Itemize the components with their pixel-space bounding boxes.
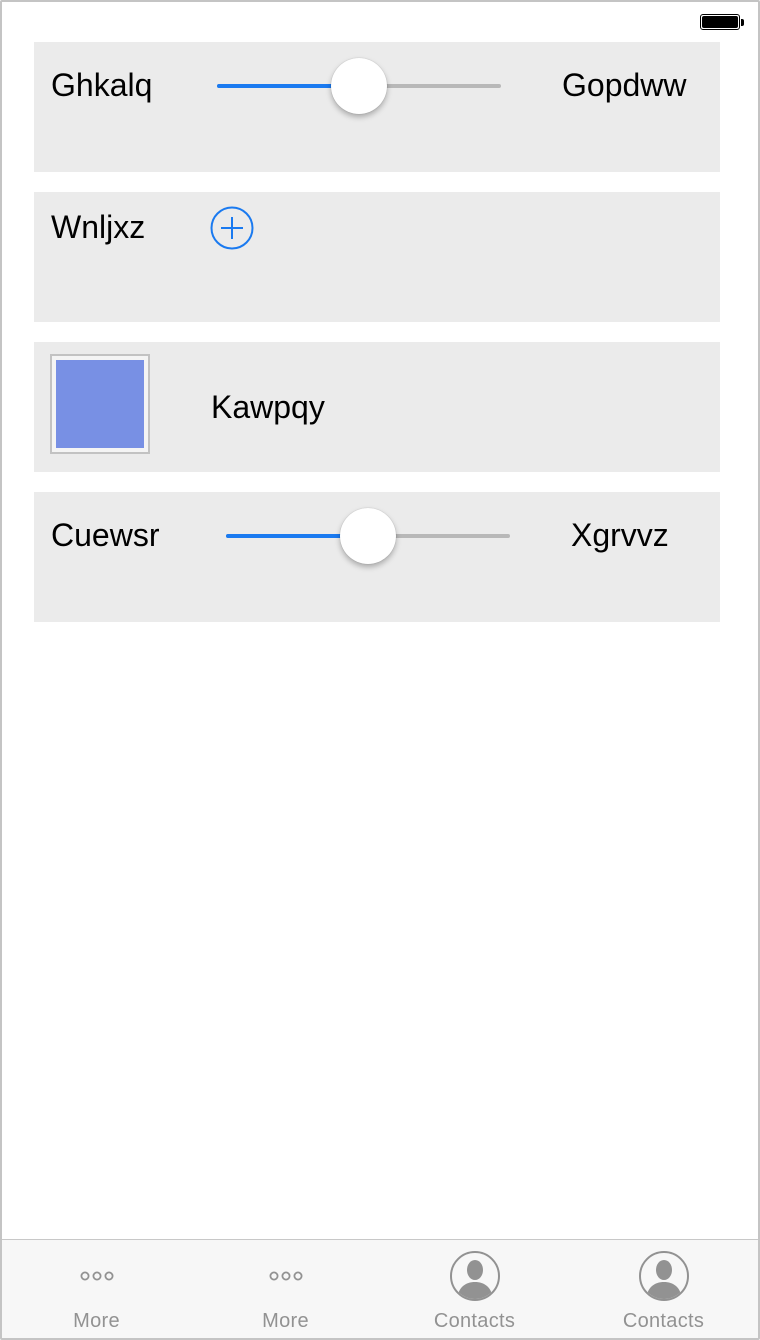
tab-contacts-1[interactable]: Contacts [380,1240,569,1338]
slider-max-label: Xgrvvz [571,517,669,553]
tab-more-1[interactable]: More [2,1240,191,1338]
slider-thumb[interactable] [331,58,387,114]
slider-control[interactable] [217,56,501,116]
tab-label: Contacts [433,1310,516,1332]
add-row: Wnljxz [34,192,720,322]
contact-person-icon [449,1251,500,1301]
status-bar [2,2,758,42]
tab-more-2[interactable]: More [191,1240,380,1338]
plus-circle-icon[interactable] [210,206,254,250]
tab-bar: More More Contacts Contacts [2,1239,758,1338]
color-row: Kawpqy [34,342,720,472]
slider-thumb[interactable] [340,508,396,564]
more-dots-icon [79,1271,114,1281]
slider-control[interactable] [226,506,510,566]
tab-label: More [73,1310,120,1332]
app-screen: Ghkalq Gopdww Wnljxz Kawpqy Cuewsr Xgrvv [0,0,760,1340]
color-row-label: Kawpqy [211,389,325,425]
add-row-label: Wnljxz [51,209,146,245]
contact-person-icon [638,1251,689,1301]
slider-max-label: Gopdww [562,67,687,103]
tab-contacts-2[interactable]: Contacts [569,1240,758,1338]
slider-row-1: Ghkalq Gopdww [34,42,720,172]
tab-label: Contacts [622,1310,705,1332]
tab-label: More [262,1310,309,1332]
more-dots-icon [268,1271,303,1281]
slider-row-2: Cuewsr Xgrvvz [34,492,720,622]
slider-min-label: Ghkalq [51,67,153,103]
color-well[interactable] [50,354,150,454]
color-swatch [56,360,144,448]
slider-min-label: Cuewsr [51,517,160,553]
battery-full-icon [700,14,744,32]
